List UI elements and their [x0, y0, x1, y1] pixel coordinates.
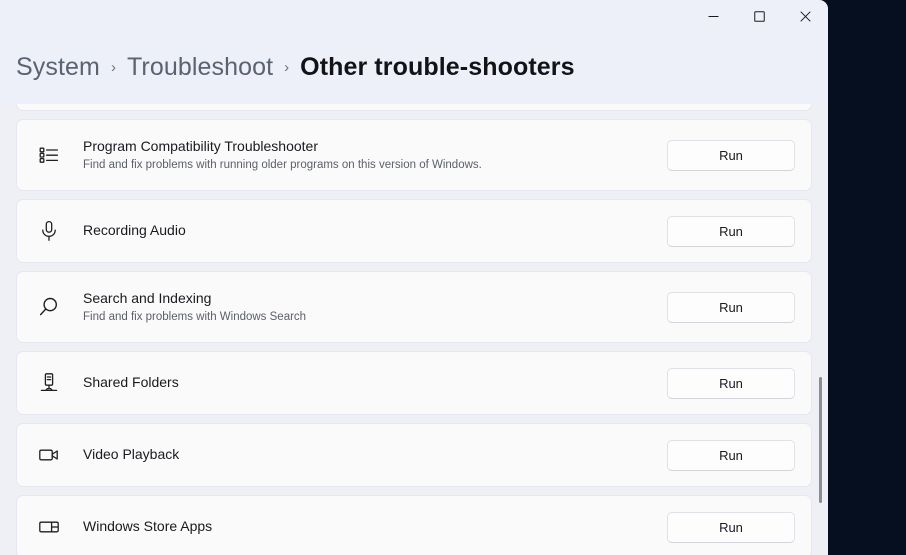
row-subtitle: Find and fix problems with Windows Searc…	[83, 311, 307, 324]
server-icon	[31, 371, 67, 395]
run-button[interactable]: Run	[667, 139, 795, 171]
list-icon	[31, 143, 67, 167]
run-button[interactable]: Run	[667, 439, 795, 471]
settings-window: System › Troubleshoot › Other trouble-sh…	[0, 0, 828, 555]
window-titlebar	[0, 0, 828, 32]
row-title: Video Playback	[83, 446, 180, 463]
breadcrumb: System › Troubleshoot › Other trouble-sh…	[0, 32, 828, 104]
partial-card-top	[16, 104, 812, 111]
table-row[interactable]: Shared Folders Run	[16, 351, 812, 415]
row-title: Shared Folders	[83, 374, 179, 391]
row-title: Program Compatibility Troubleshooter	[83, 137, 318, 154]
run-button[interactable]: Run	[667, 291, 795, 323]
table-row[interactable]: Recording Audio Run	[16, 199, 812, 263]
row-text: Program Compatibility Troubleshooter Fin…	[83, 138, 667, 173]
run-button[interactable]: Run	[667, 215, 795, 247]
table-row[interactable]: Video Playback Run	[16, 423, 812, 487]
scrollbar-thumb[interactable]	[819, 377, 822, 503]
row-text: Search and Indexing Find and fix problem…	[83, 290, 667, 325]
scrollbar[interactable]	[816, 32, 828, 555]
app-window-icon	[31, 515, 67, 539]
row-title: Search and Indexing	[83, 289, 212, 306]
row-text: Video Playback	[83, 446, 667, 464]
row-title: Recording Audio	[83, 222, 186, 239]
chevron-right-icon: ›	[284, 58, 290, 76]
chevron-right-icon: ›	[110, 58, 116, 76]
microphone-icon	[31, 219, 67, 243]
close-button[interactable]	[782, 0, 828, 32]
minimize-button[interactable]	[690, 0, 736, 32]
row-title: Windows Store Apps	[83, 518, 213, 535]
table-row[interactable]: Search and Indexing Find and fix problem…	[16, 271, 812, 343]
breadcrumb-item-troubleshoot[interactable]: Troubleshoot	[127, 53, 273, 82]
video-camera-icon	[31, 443, 67, 467]
run-button[interactable]: Run	[667, 511, 795, 543]
row-text: Recording Audio	[83, 222, 667, 240]
row-text: Shared Folders	[83, 374, 667, 392]
page-title: Other trouble-shooters	[300, 52, 575, 81]
maximize-button[interactable]	[736, 0, 782, 32]
row-text: Windows Store Apps	[83, 518, 667, 536]
run-button[interactable]: Run	[667, 367, 795, 399]
troubleshooter-list: Program Compatibility Troubleshooter Fin…	[0, 104, 828, 555]
table-row[interactable]: Program Compatibility Troubleshooter Fin…	[16, 119, 812, 191]
search-icon	[31, 295, 67, 319]
row-subtitle: Find and fix problems with running older…	[83, 159, 482, 172]
breadcrumb-item-system[interactable]: System	[16, 53, 100, 82]
table-row[interactable]: Windows Store Apps Run	[16, 495, 812, 555]
